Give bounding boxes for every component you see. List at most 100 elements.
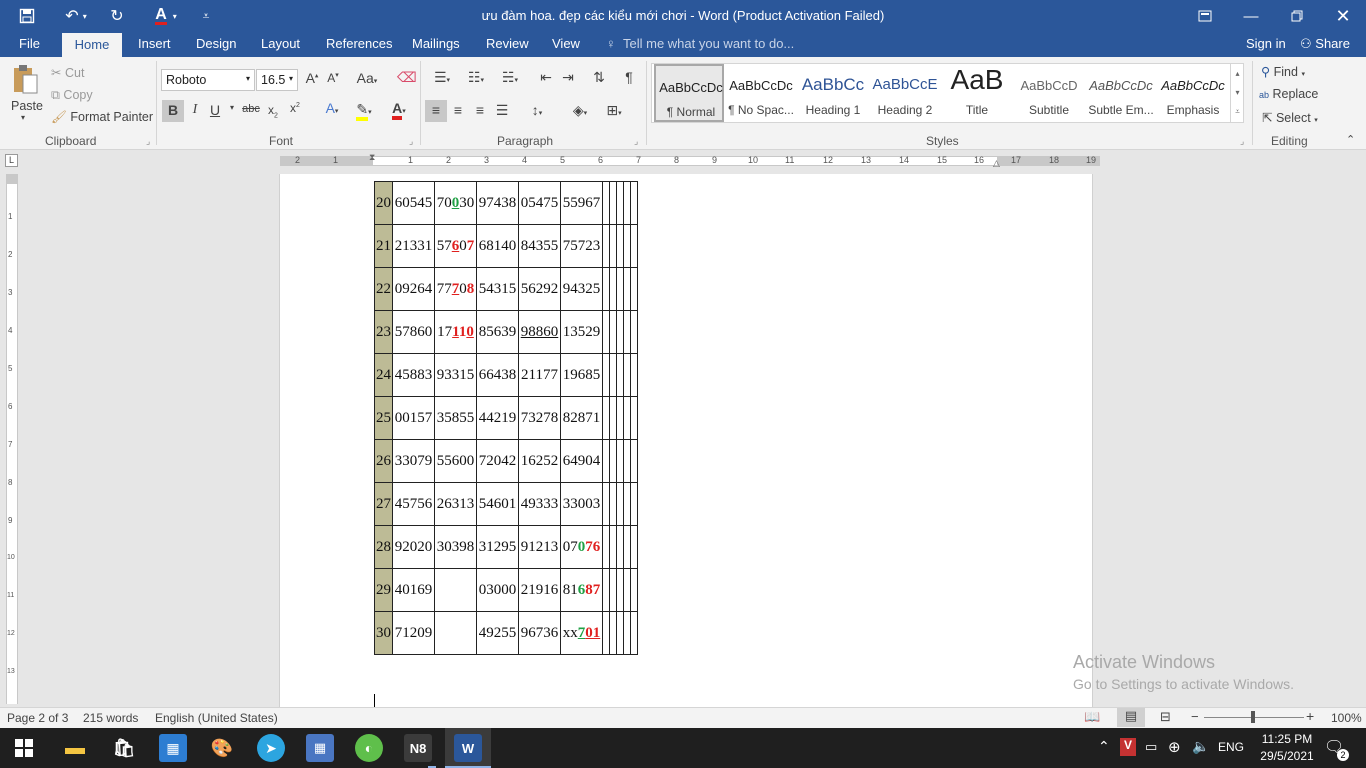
collapse-ribbon-icon[interactable]: ⌃ bbox=[1346, 133, 1355, 146]
style-normal[interactable]: AaBbCcDc ¶ Normal bbox=[654, 64, 724, 122]
style-emphasis[interactable]: AaBbCcDc Emphasis bbox=[1158, 64, 1228, 122]
tab-review[interactable]: Review bbox=[486, 36, 529, 51]
browser-icon[interactable]: ◐ bbox=[355, 734, 383, 762]
empty-cell[interactable] bbox=[630, 267, 638, 311]
strikethrough-icon[interactable]: abc bbox=[242, 103, 260, 115]
font-size-select[interactable]: 16.5 ▾ bbox=[256, 69, 298, 91]
paint-icon[interactable]: 🎨 bbox=[208, 734, 236, 762]
tab-mailings[interactable]: Mailings bbox=[412, 36, 460, 51]
empty-cell[interactable] bbox=[616, 525, 624, 569]
style-subtitle[interactable]: AaBbCcD Subtitle bbox=[1014, 64, 1084, 122]
line-spacing-icon[interactable]: ↕▾ bbox=[523, 102, 551, 118]
tab-home[interactable]: Home bbox=[62, 33, 122, 57]
ribbon-display-options-icon[interactable] bbox=[1182, 0, 1228, 32]
text-effects-icon[interactable]: A▾ bbox=[318, 100, 346, 116]
copy-button[interactable]: ⧉ Copy bbox=[51, 88, 93, 103]
number-cell[interactable]: 97438 bbox=[476, 181, 519, 225]
find-button[interactable]: ⚲ Find ▾ bbox=[1261, 64, 1305, 79]
page-count[interactable]: Page 2 of 3 bbox=[7, 711, 68, 725]
print-layout-icon[interactable]: ▤ bbox=[1117, 708, 1145, 727]
lottery-results-table[interactable]: 20 60545 70030 97438 05475 55967 21 21331 57607 6… bbox=[374, 181, 638, 655]
battery-icon[interactable]: ▭ bbox=[1145, 739, 1157, 755]
row-index-cell[interactable]: 20 bbox=[374, 181, 393, 225]
restore-icon[interactable] bbox=[1274, 0, 1320, 32]
row-index-cell[interactable]: 29 bbox=[374, 568, 393, 612]
font-launcher-icon[interactable]: ⌟ bbox=[409, 136, 413, 147]
number-cell[interactable]: 07076 bbox=[560, 525, 603, 569]
number-cell[interactable]: 49255 bbox=[476, 611, 519, 655]
number-cell[interactable]: 16252 bbox=[518, 439, 561, 483]
style-title[interactable]: AaB Title bbox=[942, 64, 1012, 122]
number-cell[interactable]: 73278 bbox=[518, 396, 561, 440]
number-cell[interactable] bbox=[434, 568, 477, 612]
empty-cell[interactable] bbox=[623, 353, 631, 397]
number-cell[interactable]: 94325 bbox=[560, 267, 603, 311]
number-cell[interactable]: 13529 bbox=[560, 310, 603, 354]
word-taskbar-item[interactable]: W bbox=[445, 728, 491, 768]
paste-button[interactable]: Paste bbox=[11, 99, 43, 113]
tab-file[interactable]: File bbox=[19, 36, 40, 51]
read-mode-icon[interactable]: 📖 bbox=[1084, 709, 1100, 725]
windows-start-icon[interactable] bbox=[10, 734, 38, 762]
empty-cell[interactable] bbox=[623, 396, 631, 440]
number-cell[interactable]: xx701 bbox=[560, 611, 603, 655]
empty-cell[interactable] bbox=[616, 181, 624, 225]
language-status[interactable]: English (United States) bbox=[155, 711, 278, 725]
row-index-cell[interactable]: 25 bbox=[374, 396, 393, 440]
number-cell[interactable]: 84355 bbox=[518, 224, 561, 268]
number-cell[interactable]: 68140 bbox=[476, 224, 519, 268]
word-count[interactable]: 215 words bbox=[83, 711, 138, 725]
increase-indent-icon[interactable]: ⇥ bbox=[559, 69, 577, 86]
number-cell[interactable]: 30398 bbox=[434, 525, 477, 569]
empty-cell[interactable] bbox=[602, 310, 610, 354]
file-explorer-icon[interactable]: ▬ bbox=[61, 734, 89, 762]
number-cell[interactable]: 81687 bbox=[560, 568, 603, 612]
empty-cell[interactable] bbox=[623, 439, 631, 483]
show-hidden-icons-icon[interactable]: ⌃ bbox=[1098, 738, 1110, 755]
paragraph-launcher-icon[interactable]: ⌟ bbox=[634, 136, 638, 147]
borders-icon[interactable]: ⊞▾ bbox=[600, 102, 628, 119]
subscript-icon[interactable]: x2 bbox=[265, 103, 281, 119]
row-index-cell[interactable]: 27 bbox=[374, 482, 393, 526]
number-cell[interactable]: 21177 bbox=[518, 353, 561, 397]
empty-cell[interactable] bbox=[602, 353, 610, 397]
store-icon[interactable]: 🛍 bbox=[110, 734, 138, 762]
bold-icon[interactable]: B bbox=[162, 100, 184, 122]
empty-cell[interactable] bbox=[623, 310, 631, 354]
tab-references[interactable]: References bbox=[326, 36, 392, 51]
show-formatting-icon[interactable]: ¶ bbox=[620, 69, 638, 85]
number-cell[interactable]: 92020 bbox=[392, 525, 435, 569]
empty-cell[interactable] bbox=[630, 396, 638, 440]
cut-button[interactable]: ✂ Cut bbox=[51, 65, 84, 80]
empty-cell[interactable] bbox=[630, 224, 638, 268]
number-cell[interactable]: 40169 bbox=[392, 568, 435, 612]
empty-cell[interactable] bbox=[630, 310, 638, 354]
network-icon[interactable]: ⊕ bbox=[1168, 738, 1181, 756]
number-cell[interactable]: 82871 bbox=[560, 396, 603, 440]
align-right-icon[interactable]: ≡ bbox=[471, 102, 489, 118]
select-button[interactable]: ⇱ Select ▾ bbox=[1262, 110, 1318, 125]
number-cell[interactable]: 03000 bbox=[476, 568, 519, 612]
empty-cell[interactable] bbox=[609, 611, 617, 655]
align-center-icon[interactable]: ≡ bbox=[449, 102, 467, 118]
style-no-spacing[interactable]: AaBbCcDc ¶ No Spac... bbox=[726, 64, 796, 122]
row-index-cell[interactable]: 24 bbox=[374, 353, 393, 397]
format-painter-button[interactable]: 🖌 Format Painter bbox=[51, 110, 153, 125]
number-cell[interactable]: 57607 bbox=[434, 224, 477, 268]
row-index-cell[interactable]: 21 bbox=[374, 224, 393, 268]
number-cell[interactable]: 00157 bbox=[392, 396, 435, 440]
align-left-icon[interactable]: ≡ bbox=[425, 100, 447, 122]
shading-icon[interactable]: ◈▾ bbox=[566, 102, 594, 119]
style-heading-1[interactable]: AaBbCc Heading 1 bbox=[798, 64, 868, 122]
number-cell[interactable]: 19685 bbox=[560, 353, 603, 397]
grow-font-icon[interactable]: A▴ bbox=[304, 70, 320, 86]
number-cell[interactable]: 21916 bbox=[518, 568, 561, 612]
number-cell[interactable]: 05475 bbox=[518, 181, 561, 225]
number-cell[interactable]: 57860 bbox=[392, 310, 435, 354]
highlight-icon[interactable]: ✎▾ bbox=[350, 101, 378, 121]
number-cell[interactable]: 17110 bbox=[434, 310, 477, 354]
row-index-cell[interactable]: 23 bbox=[374, 310, 393, 354]
web-layout-icon[interactable]: ⊟ bbox=[1160, 709, 1171, 725]
paste-icon[interactable] bbox=[10, 63, 40, 95]
number-cell[interactable]: 33079 bbox=[392, 439, 435, 483]
